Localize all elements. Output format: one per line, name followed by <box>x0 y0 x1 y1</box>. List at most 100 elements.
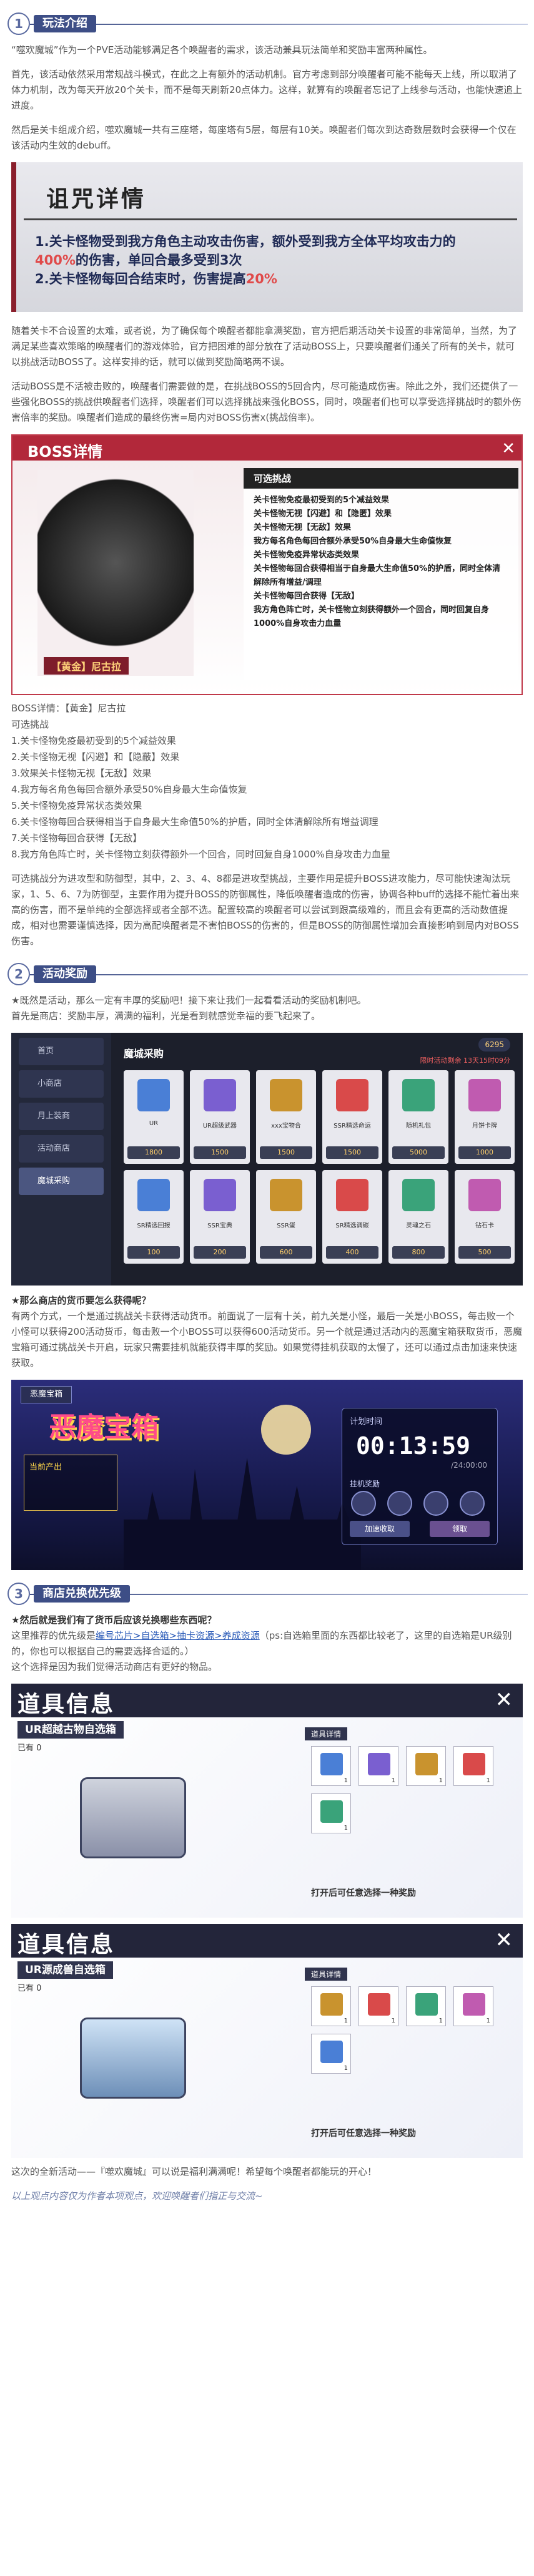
list-title: BOSS详情：【黄金】尼古拉 <box>11 703 126 714</box>
claim-button[interactable]: 领取 <box>430 1521 490 1537</box>
boss-name: 【黄金】尼古拉 <box>44 657 129 675</box>
shop-item[interactable]: SSR蛋 600 <box>256 1170 316 1264</box>
reward-slot[interactable]: 1 <box>406 1986 446 2026</box>
reward-icon <box>320 1753 343 1775</box>
close-icon[interactable]: ✕ <box>495 1687 513 1712</box>
section-header-2: 2 活动奖励 <box>0 958 534 988</box>
paragraph: 随着关卡不合设置的太难，或者说，为了确保每个唤醒者都能拿满奖励，官方把后期活动关… <box>11 325 518 368</box>
reward-icon <box>320 1993 343 2016</box>
shop-menu-item[interactable]: 小商店 <box>19 1070 104 1098</box>
shop-item[interactable]: SSR宝典 200 <box>190 1170 250 1264</box>
moon <box>261 1405 311 1455</box>
section-title: 商店兑换优先级 <box>34 1585 130 1603</box>
reward-slot <box>351 1491 376 1516</box>
chest-logo: 恶魔宝箱 <box>49 1412 159 1443</box>
shop-menu-item[interactable]: 活动商店 <box>19 1135 104 1163</box>
close-icon[interactable]: ✕ <box>495 1928 513 1953</box>
reward-slot[interactable]: 1 <box>311 1793 351 1833</box>
shop-item[interactable]: UR 1800 <box>124 1070 184 1164</box>
shop-item[interactable]: 钻石卡 500 <box>455 1170 515 1264</box>
item-icon <box>270 1079 302 1111</box>
reward-count: 1 <box>344 1777 348 1784</box>
reward-slot[interactable]: 1 <box>453 1746 493 1786</box>
item-price: 200 <box>194 1246 246 1259</box>
item-icon <box>270 1179 302 1211</box>
reward-slot[interactable]: 1 <box>406 1746 446 1786</box>
timer-panel: 计划时间 00:13:59 /24:00:00 挂机奖励 加速收取 领取 <box>342 1408 498 1545</box>
reward-icon <box>463 1993 485 2016</box>
reward-slot[interactable]: 1 <box>358 1986 398 2026</box>
reward-slot <box>423 1491 448 1516</box>
section-header-1: 1 玩法介绍 <box>0 7 534 37</box>
item-icon <box>204 1079 236 1111</box>
challenge-row: 关卡怪物无视【闪避】和【隐匿】效果 <box>254 509 392 519</box>
reward-count: 1 <box>391 2017 395 2024</box>
boss-header: BOSS详情 ✕ <box>12 436 522 461</box>
reward-slot[interactable]: 1 <box>311 1746 351 1786</box>
speedup-button[interactable]: 加速收取 <box>350 1521 410 1537</box>
reward-slot[interactable]: 1 <box>453 1986 493 2026</box>
shop-item[interactable]: UR超级武器 1500 <box>190 1070 250 1164</box>
reward-count: 1 <box>486 1777 490 1784</box>
reward-slot[interactable]: 1 <box>358 1746 398 1786</box>
currency-badge: 6295 <box>478 1038 510 1051</box>
paragraph: “噬欢魔城”作为一个PVE活动能够满足各个唤醒者的需求，该活动兼具玩法简单和奖励… <box>11 44 433 56</box>
reward-count: 1 <box>344 2065 348 2072</box>
challenge-row: 我方角色阵亡时，关卡怪物立刻获得额外一个回合，同时回复自身1000%自身攻击力血… <box>254 605 490 628</box>
item-name: SR精选调碳 <box>335 1222 369 1229</box>
shop-menu-item[interactable]: 魔城采购 <box>19 1168 104 1195</box>
reward-icon <box>320 1800 343 1823</box>
item-name: UR源成兽自选箱 <box>17 1961 113 1979</box>
castle-silhouette <box>124 1458 361 1570</box>
timer-max: /24:00:00 <box>451 1461 487 1470</box>
timer-label: 计划时间 <box>350 1417 383 1427</box>
challenge-panel-title: 可选挑战 <box>244 468 518 489</box>
item-price: 400 <box>326 1246 378 1259</box>
challenge-row: 关卡怪物无视【无敌】效果 <box>254 523 352 532</box>
shop-item[interactable]: 灵魂之石 800 <box>388 1170 448 1264</box>
item-price: 600 <box>260 1246 312 1259</box>
chest-image <box>80 1777 186 1858</box>
item-name: SSR蛋 <box>277 1222 295 1229</box>
item-icon <box>137 1179 170 1211</box>
item-name: 灵魂之石 <box>406 1222 431 1229</box>
item-detail-label: 道具详情 <box>305 1727 348 1740</box>
reward-count: 1 <box>344 2017 348 2024</box>
footnote: 以上观点内容仅为作者本项观点，欢迎唤醒者们指正与交流~ <box>11 2190 263 2202</box>
item-name: UR超越古物自选箱 <box>17 1721 124 1739</box>
item-price: 1000 <box>458 1146 511 1159</box>
shop-item[interactable]: 月饼卡牌 1000 <box>455 1070 515 1164</box>
item-detail-label: 道具详情 <box>305 1968 348 1981</box>
item-icon <box>402 1179 435 1211</box>
shop-item[interactable]: xxx宝物合 1500 <box>256 1070 316 1164</box>
closing-paragraph: 这次的全新活动——『噬欢魔城』可以说是福利满满呢！希望每个唤醒者都能玩的开心！ <box>11 2166 377 2177</box>
reward-label: 挂机奖励 <box>350 1480 380 1488</box>
list-item: 8.我方角色阵亡时，关卡怪物立刻获得额外一个回合，同时回复自身1000%自身攻击… <box>11 849 390 860</box>
reward-slot[interactable]: 1 <box>311 2034 351 2074</box>
paragraph: 活动BOSS是不活被击败的，唤醒者们需要做的是，在挑战BOSS的5回合内，尽可能… <box>11 381 522 423</box>
challenge-row: 关卡怪物每回合获得【无敌】 <box>254 592 360 601</box>
reward-slot[interactable]: 1 <box>311 1986 351 2026</box>
shop-item[interactable]: SR精选调碳 400 <box>322 1170 382 1264</box>
section-header-3: 3 商店兑换优先级 <box>0 1578 534 1608</box>
shop-menu-item[interactable]: 首页 <box>19 1038 104 1065</box>
curse-text: 1.关卡怪物受到我方角色主动攻击伤害，额外受到我方全体平均攻击力的 400%的伤… <box>35 234 456 286</box>
item-price: 1500 <box>194 1146 246 1159</box>
shop-item[interactable]: SSR精选命运 1500 <box>322 1070 382 1164</box>
boss-detail-card: BOSS详情 ✕ 【黄金】尼古拉 可选挑战 关卡怪物免疫最初受到的5个减益效果关… <box>11 434 523 695</box>
shop-sidebar: 首页小商店月上装商活动商店魔城采购 <box>11 1033 111 1286</box>
reward-count: 1 <box>438 2017 443 2024</box>
reward-slots: 1 1 1 1 1 <box>311 1986 493 2074</box>
shop-menu-item[interactable]: 月上装商 <box>19 1103 104 1130</box>
curse-title: 诅咒详情 <box>46 187 147 212</box>
shop-item[interactable]: 随机礼包 5000 <box>388 1070 448 1164</box>
paragraph: 然后是关卡组成介绍，噬欢魔城一共有三座塔，每座塔有5层，每层有10关。唤醒者们每… <box>11 124 517 151</box>
close-icon[interactable]: ✕ <box>502 439 515 458</box>
back-button[interactable]: 恶魔宝箱 <box>21 1386 72 1403</box>
paragraph: 可选挑战分为进攻型和防御型，其中，2、3、4、8都是进攻型挑战，主要作用是提升B… <box>11 873 520 947</box>
shop-item[interactable]: SR精选回报 100 <box>124 1170 184 1264</box>
item-icon <box>336 1179 368 1211</box>
item-icon <box>137 1079 170 1111</box>
reward-slot <box>387 1491 412 1516</box>
item-owned: 已有 0 <box>17 1984 42 1993</box>
